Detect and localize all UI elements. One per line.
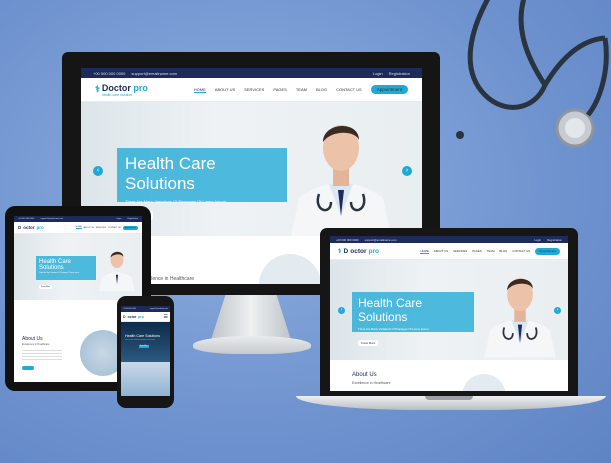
login-link[interactable]: Login [373,71,383,76]
hero-slider: Health Care Solutions There Are Many Var… [121,322,170,362]
menu-about[interactable]: ABOUT US [215,87,235,92]
about-subtitle: Excellence in Healthcare [352,381,391,385]
logo[interactable]: ⚕ Doctor pro [338,247,379,256]
about-title: About Us [22,336,43,342]
about-image [462,374,506,391]
about-image [259,254,321,284]
slider-prev-button[interactable]: ‹ [338,307,345,314]
doctor-image [291,125,391,236]
hero-subtitle: There Are Many Variations Of Passages Of… [125,199,226,204]
email-text: support@emailname.com [131,70,178,76]
logo[interactable]: Doctor pro [18,225,44,230]
logo[interactable]: Doctor pro [123,315,144,319]
about-image [121,362,170,396]
hero-title: Health Care Solutions [125,154,216,193]
menu-blog[interactable]: BLOG [316,87,327,92]
main-menu: HOME ABOUT US SERVICES PAGES TEAM BLOG C… [193,85,408,94]
laptop-notch [425,396,473,400]
menu-services[interactable]: SERVICES [244,87,264,92]
doctor-image [99,251,135,292]
about-section: About Us Excellence in Healthcare [330,360,568,391]
menu-pages[interactable]: PAGES [273,87,287,92]
hero-slider: Health Care Solutions There Are Many Var… [14,234,142,300]
appointment-button[interactable]: Appointment [370,85,408,94]
stethoscope-image [456,0,609,148]
slider-next-button[interactable]: › [402,166,412,176]
about-title: About Us [352,372,377,378]
monitor-base [193,336,311,354]
menu-home[interactable]: HOME [193,87,206,93]
menu-team[interactable]: TEAM [296,87,307,92]
slider-prev-button[interactable]: ‹ [93,166,103,176]
hero-caption: Health Care Solutions There Are Many Var… [36,256,96,289]
logo[interactable]: ⚕ Doctor pro health care solution [95,83,148,97]
top-bar: +00 000 000 0000 support@emailname.com L… [81,68,422,78]
stethoscope-icon: ⚕ [95,84,100,94]
hero-slider: Health Care Solutions There Are Many Var… [330,260,568,360]
menu-icon[interactable]: ☰ [164,314,168,320]
navbar: ⚕ Doctor pro health care solution HOME A… [81,78,422,102]
phone-text: +00 000 000 0000 [93,70,126,76]
slider-next-button[interactable]: › [554,307,561,314]
registration-link[interactable]: Registration [389,71,410,76]
monitor-stand [211,295,291,340]
hero-caption: Health Care Solutions There Are Many Var… [117,148,287,220]
phone-screen: +00 000 000 0000 support@emailname.com D… [121,306,170,396]
hero-caption: Health Care Solutions There Are Many Var… [352,292,474,346]
menu-contact[interactable]: CONTACT US [336,87,362,92]
laptop-screen: +00 000 000 0000 support@emailname.com L… [330,236,568,391]
about-subtitle: Excellence in Healthcare [22,343,50,346]
